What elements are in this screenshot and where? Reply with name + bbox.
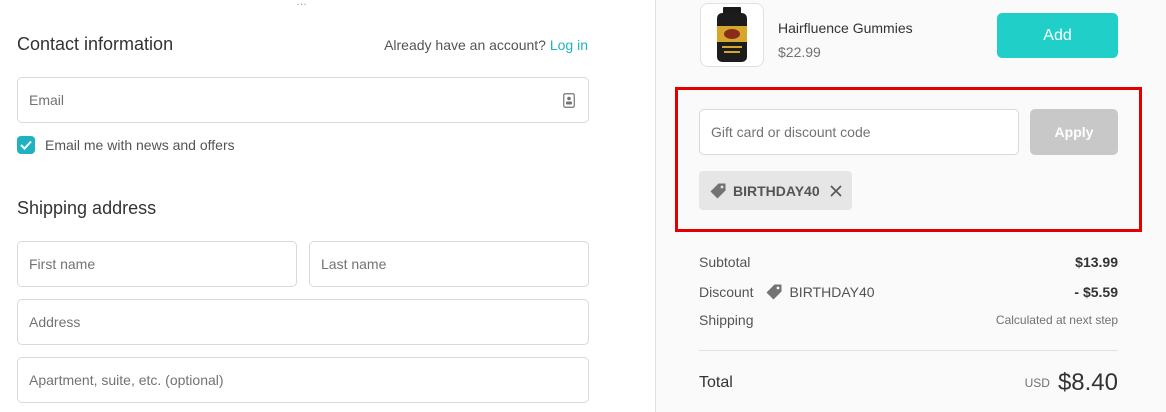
discount-value: - $5.59 — [1074, 284, 1118, 300]
currency-code: USD — [1024, 376, 1050, 390]
summary-divider — [699, 350, 1118, 351]
close-icon[interactable] — [830, 184, 842, 197]
contact-title: Contact information — [17, 34, 174, 54]
shipping-title: Shipping address — [17, 198, 157, 218]
order-summary-panel: Hairfluence Gummies $22.99 Add Apply BIR… — [655, 0, 1166, 412]
apartment-input[interactable] — [29, 372, 577, 388]
newsletter-label: Email me with news and offers — [45, 137, 235, 153]
email-field[interactable] — [17, 77, 589, 123]
subtotal-value: $13.99 — [1075, 254, 1118, 270]
add-product-button[interactable]: Add — [997, 13, 1118, 58]
shipping-label: Shipping — [699, 312, 754, 328]
first-name-input[interactable] — [29, 256, 285, 272]
discount-tag-icon — [765, 283, 783, 301]
newsletter-checkbox[interactable] — [17, 136, 35, 154]
product-image — [700, 3, 764, 67]
subtotal-row: Subtotal $13.99 — [699, 254, 1118, 270]
contact-card-icon — [561, 92, 577, 108]
applied-discount-chip: BIRTHDAY40 — [699, 171, 852, 210]
applied-code-label: BIRTHDAY40 — [733, 182, 820, 199]
address-field[interactable] — [17, 299, 589, 345]
discount-tag-icon — [709, 182, 727, 200]
shipping-value: Calculated at next step — [995, 313, 1118, 327]
login-link[interactable]: Log in — [550, 37, 588, 53]
total-label: Total — [699, 374, 733, 391]
total-row: Total USD $8.40 — [699, 369, 1118, 397]
account-prompt-text: Already have an account? — [384, 37, 546, 53]
shipping-row: Shipping Calculated at next step — [699, 312, 1118, 328]
discount-code-input[interactable] — [711, 124, 1007, 140]
total-amount: $8.40 — [1057, 369, 1118, 396]
discount-label: Discount — [699, 284, 754, 300]
first-name-field[interactable] — [17, 241, 297, 287]
checkmark-icon — [20, 140, 32, 150]
subtotal-label: Subtotal — [699, 254, 751, 270]
address-input[interactable] — [29, 314, 577, 330]
account-prompt: Already have an account? Log in — [384, 37, 588, 53]
last-name-input[interactable] — [321, 256, 577, 272]
discount-row: Discount BIRTHDAY40 - $5.59 — [699, 283, 1118, 301]
checkout-form-panel: … Contact information Already have an ac… — [0, 0, 655, 412]
discount-code-field[interactable] — [699, 109, 1019, 155]
discount-code-label: BIRTHDAY40 — [789, 284, 875, 300]
newsletter-option[interactable]: Email me with news and offers — [17, 136, 235, 154]
product-price: $22.99 — [778, 44, 821, 60]
apartment-field[interactable] — [17, 357, 589, 403]
apply-button[interactable]: Apply — [1030, 109, 1118, 155]
email-input[interactable] — [29, 92, 561, 108]
last-name-field[interactable] — [309, 241, 589, 287]
product-name: Hairfluence Gummies — [778, 20, 913, 36]
cropped-text: … — [296, 0, 307, 8]
